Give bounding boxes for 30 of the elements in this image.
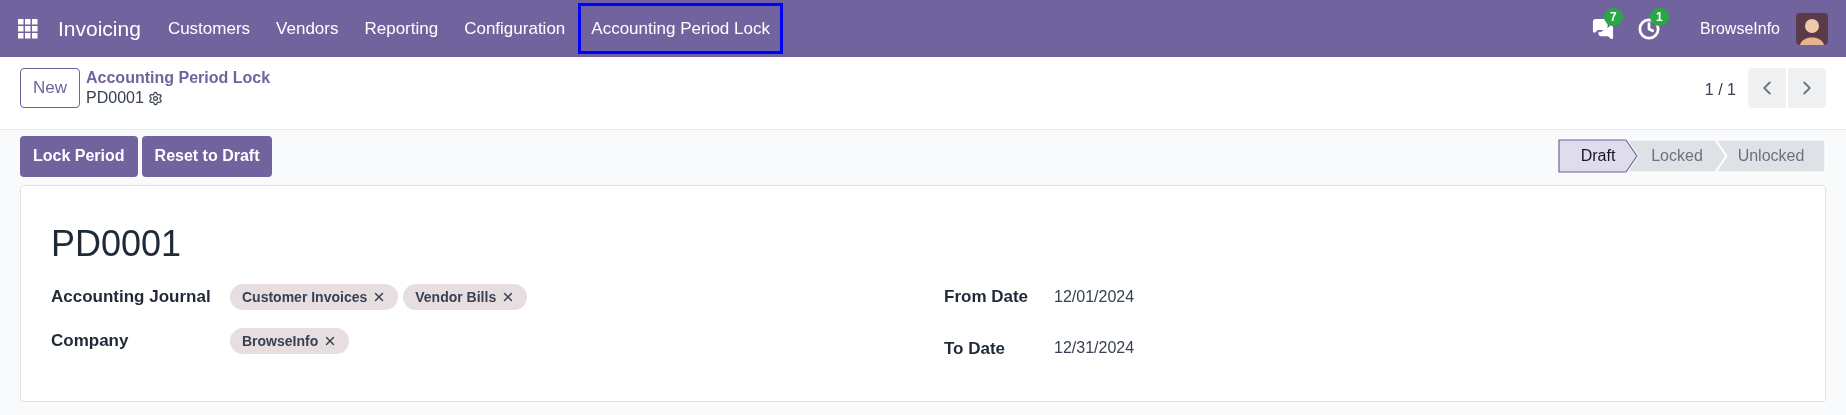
tag: Vendor Bills: [403, 284, 528, 310]
status-stage[interactable]: Unlocked: [1716, 139, 1826, 173]
pager-value[interactable]: 1 / 1: [1704, 78, 1736, 102]
tag: BrowseInfo: [230, 328, 350, 354]
menu-item[interactable]: Vendors: [263, 3, 352, 54]
tag: Customer Invoices: [230, 284, 399, 310]
status-stage[interactable]: Draft: [1558, 139, 1638, 173]
apps-menu-icon[interactable]: [18, 18, 38, 39]
action-button[interactable]: Reset to Draft: [141, 135, 273, 177]
menu-item[interactable]: Customers: [154, 3, 264, 54]
field-label: Accounting Journal: [51, 286, 212, 309]
field-label: From Date: [944, 286, 1030, 308]
count-badge: 1: [1649, 7, 1669, 26]
record-name: PD0001: [86, 88, 144, 108]
company-name[interactable]: BrowseInfo: [1699, 16, 1780, 41]
date-value[interactable]: 12/01/2024: [1054, 284, 1135, 309]
settings-icon[interactable]: [147, 90, 163, 106]
breadcrumb-link[interactable]: Accounting Period Lock: [86, 68, 271, 88]
date-value[interactable]: 12/31/2024: [1054, 336, 1135, 361]
field-label: Company: [51, 330, 130, 353]
count-badge: 7: [1603, 7, 1623, 26]
field-label: To Date: [944, 337, 1007, 360]
avatar[interactable]: [1796, 12, 1828, 45]
menu-item[interactable]: Configuration: [451, 3, 579, 54]
menu-item[interactable]: Accounting Period Lock: [578, 3, 783, 54]
menu-item[interactable]: Reporting: [351, 3, 452, 54]
action-button[interactable]: Lock Period: [20, 135, 138, 177]
app-name[interactable]: Invoicing: [58, 12, 141, 45]
record-title: PD0001: [51, 222, 182, 266]
new-button[interactable]: New: [20, 68, 80, 108]
